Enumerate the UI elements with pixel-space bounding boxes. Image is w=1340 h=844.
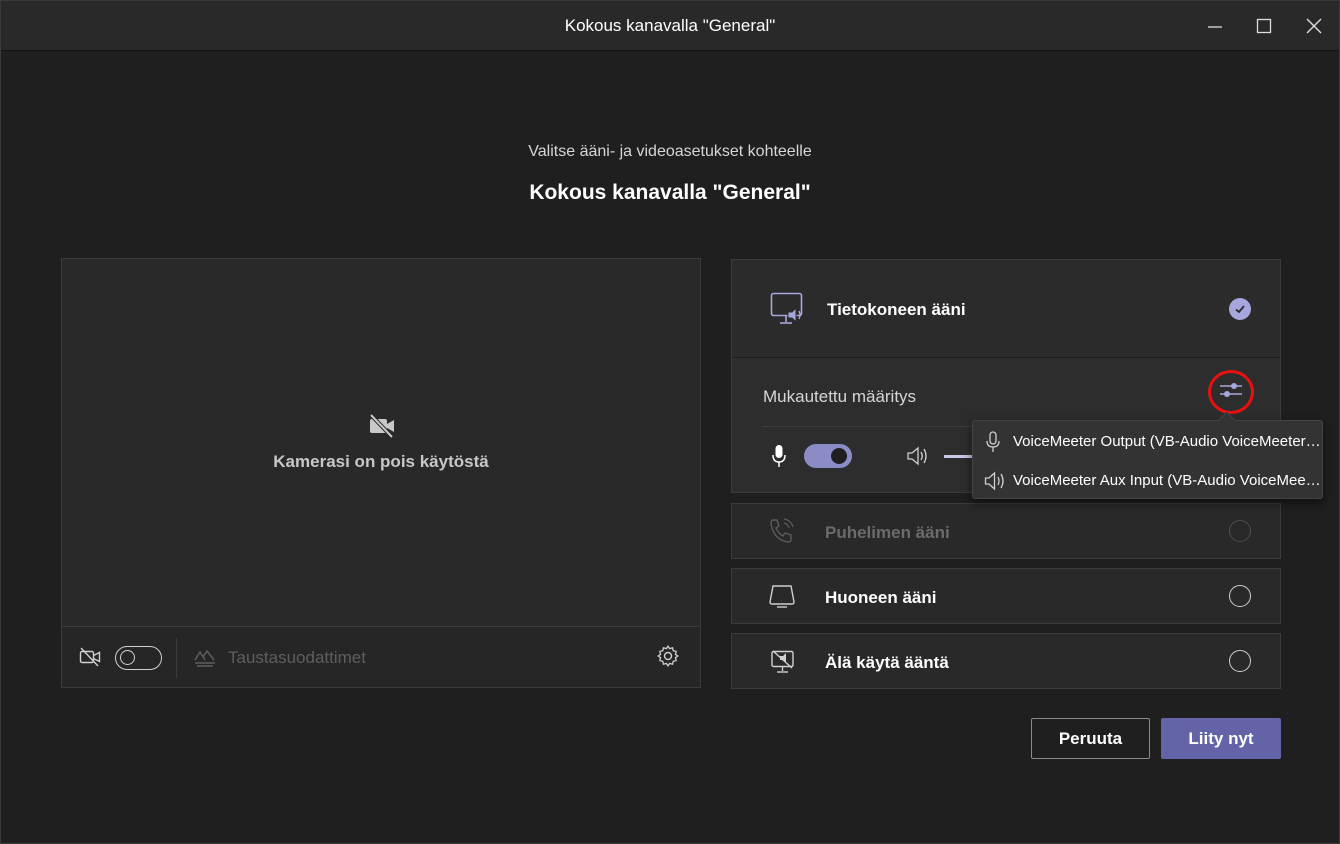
no-audio-option[interactable]: Älä käytä ääntä: [731, 633, 1281, 689]
video-preview-panel: Kamerasi on pois käytöstä Taustasuodatti: [61, 258, 701, 688]
phone-audio-label: Puhelimen ääni: [825, 523, 950, 542]
phone-audio-radio[interactable]: [1229, 520, 1251, 542]
speaker-icon: [906, 445, 930, 472]
computer-audio-header[interactable]: Tietokoneen ääni: [732, 260, 1280, 358]
video-preview: Kamerasi on pois käytöstä: [62, 259, 700, 626]
camera-off-small-icon: [79, 647, 101, 672]
phone-audio-option[interactable]: Puhelimen ääni: [731, 503, 1281, 559]
join-now-button[interactable]: Liity nyt: [1161, 718, 1281, 759]
phone-audio-icon: [768, 517, 796, 550]
gear-icon[interactable]: [656, 644, 680, 673]
checkmark-icon: [1229, 298, 1251, 320]
device-settings-button[interactable]: [1208, 370, 1254, 414]
divider: [176, 638, 177, 678]
speaker-device-item[interactable]: VoiceMeeter Aux Input (VB-Audio VoiceMee…: [973, 461, 1322, 499]
background-filters-icon: [193, 646, 217, 673]
close-icon[interactable]: [1301, 13, 1327, 39]
page-subtitle: Valitse ääni- ja videoasetukset kohteell…: [528, 143, 812, 160]
no-audio-radio[interactable]: [1229, 650, 1251, 672]
no-audio-label: Älä käytä ääntä: [825, 653, 949, 672]
background-filters-label[interactable]: Taustasuodattimet: [228, 648, 366, 668]
speaker-outline-icon: [984, 470, 1006, 497]
room-audio-icon: [768, 583, 796, 614]
speaker-device-name: VoiceMeeter Aux Input (VB-Audio VoiceMee…: [1013, 472, 1321, 489]
camera-off-icon: [368, 412, 396, 445]
device-settings-popup: VoiceMeeter Output (VB-Audio VoiceMeeter…: [972, 411, 1323, 499]
window-title: Kokous kanavalla "General": [564, 16, 776, 35]
computer-audio-label: Tietokoneen ääni: [827, 300, 966, 319]
microphone-outline-icon: [984, 431, 1002, 458]
camera-off-text: Kamerasi on pois käytöstä: [273, 452, 489, 471]
room-audio-label: Huoneen ääni: [825, 588, 937, 607]
maximize-icon[interactable]: [1251, 13, 1277, 39]
title-bar: Kokous kanavalla "General": [1, 1, 1339, 51]
meeting-join-window: Kokous kanavalla "General" Valitse ääni-…: [0, 0, 1340, 844]
page-title: Kokous kanavalla "General": [529, 181, 811, 204]
microphone-device-name: VoiceMeeter Output (VB-Audio VoiceMeeter…: [1013, 433, 1321, 450]
camera-toggle[interactable]: [115, 646, 162, 670]
cancel-button[interactable]: Peruuta: [1031, 718, 1150, 759]
custom-setup-label: Mukautettu määritys: [763, 387, 917, 406]
microphone-device-item[interactable]: VoiceMeeter Output (VB-Audio VoiceMeeter…: [973, 422, 1322, 460]
microphone-toggle[interactable]: [804, 444, 852, 468]
room-audio-option[interactable]: Huoneen ääni: [731, 568, 1281, 624]
sliders-icon: [1219, 380, 1243, 405]
computer-audio-icon: [770, 291, 806, 332]
minimize-icon[interactable]: [1202, 13, 1228, 39]
microphone-icon: [771, 444, 787, 473]
video-controls-bar: Taustasuodattimet: [62, 626, 700, 687]
room-audio-radio[interactable]: [1229, 585, 1251, 607]
no-audio-icon: [770, 649, 796, 680]
